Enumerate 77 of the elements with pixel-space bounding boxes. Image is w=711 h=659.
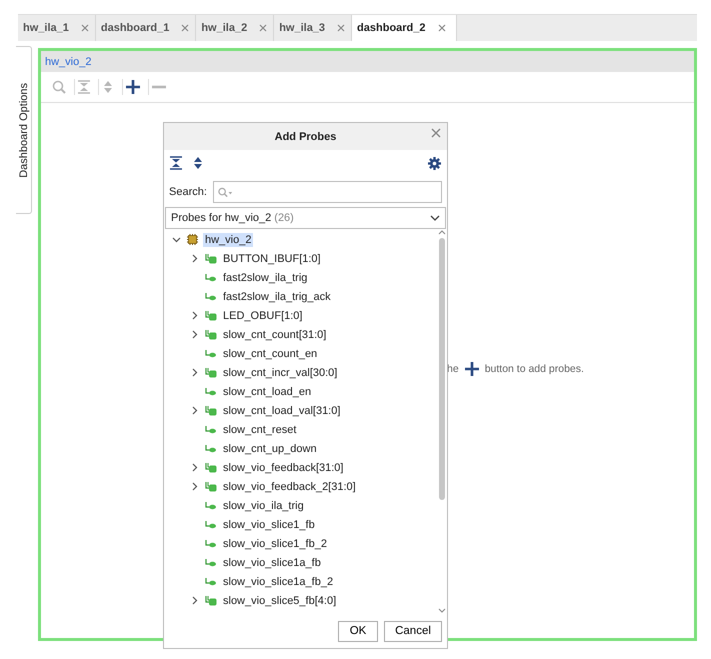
chevron-right-icon[interactable] bbox=[190, 463, 199, 472]
hint-text: button to add probes. bbox=[484, 363, 584, 375]
close-icon[interactable] bbox=[80, 24, 89, 32]
signal-icon bbox=[205, 520, 217, 530]
search-label: Search: bbox=[169, 186, 207, 198]
tab[interactable]: hw_ila_1 bbox=[18, 15, 96, 41]
signal-icon bbox=[205, 292, 217, 302]
chevron-down-icon[interactable] bbox=[430, 214, 440, 222]
tree-item[interactable]: slow_cnt_load_val[31:0] bbox=[221, 404, 342, 418]
signal-icon bbox=[205, 272, 217, 282]
bus-icon bbox=[205, 310, 217, 320]
chevron-down-icon[interactable] bbox=[172, 235, 181, 244]
bus-icon bbox=[205, 596, 217, 606]
add-icon[interactable] bbox=[464, 362, 479, 376]
tree-item[interactable]: slow_vio_feedback_2[31:0] bbox=[221, 480, 358, 494]
signal-icon bbox=[205, 500, 217, 510]
close-icon[interactable] bbox=[431, 128, 441, 138]
tree-item[interactable]: slow_vio_slice1a_fb_2 bbox=[221, 574, 336, 588]
tree-item[interactable]: slow_cnt_load_en bbox=[221, 384, 314, 398]
tree-item[interactable]: hw_vio_2 bbox=[203, 232, 254, 246]
close-icon[interactable] bbox=[181, 24, 190, 32]
signal-icon bbox=[205, 576, 217, 586]
bus-icon bbox=[205, 254, 217, 264]
chevron-right-icon[interactable] bbox=[190, 254, 199, 263]
expand-all-icon[interactable] bbox=[192, 156, 204, 170]
bus-icon bbox=[205, 330, 217, 340]
search-field[interactable] bbox=[212, 181, 442, 203]
tree-item[interactable]: slow_vio_slice1_fb_2 bbox=[221, 536, 329, 550]
scrollbar[interactable] bbox=[437, 229, 447, 614]
collapse-all-icon[interactable] bbox=[170, 156, 182, 170]
tree-item[interactable]: slow_vio_feedback[31:0] bbox=[221, 460, 346, 474]
tree-item[interactable]: slow_cnt_up_down bbox=[221, 442, 319, 456]
tree-item[interactable]: slow_vio_slice1a_fb bbox=[221, 556, 323, 570]
scroll-up-icon[interactable] bbox=[438, 229, 446, 235]
close-icon[interactable] bbox=[438, 24, 446, 32]
tree-item[interactable]: fast2slow_ila_trig bbox=[221, 270, 310, 284]
tree-item[interactable]: LED_OBUF[1:0] bbox=[221, 308, 304, 322]
tree-item[interactable]: BUTTON_IBUF[1:0] bbox=[221, 252, 323, 266]
tree-item[interactable]: slow_vio_slice5_fb[4:0] bbox=[221, 594, 338, 608]
bus-icon bbox=[205, 482, 217, 492]
signal-icon bbox=[205, 538, 217, 548]
cancel-button[interactable]: Cancel bbox=[384, 620, 442, 642]
chevron-right-icon[interactable] bbox=[190, 482, 199, 491]
signal-icon bbox=[205, 424, 217, 434]
dialog-title: Add Probes bbox=[274, 130, 336, 142]
tree-item[interactable]: slow_vio_slice1_fb bbox=[221, 518, 317, 532]
tab[interactable]: dashboard_2 bbox=[352, 15, 457, 41]
tree-item[interactable]: slow_cnt_count_en bbox=[221, 346, 320, 360]
bus-icon bbox=[205, 368, 217, 378]
add-icon[interactable] bbox=[126, 80, 140, 94]
bus-icon bbox=[205, 462, 217, 472]
tree-item[interactable]: slow_cnt_reset bbox=[221, 422, 298, 436]
chevron-right-icon[interactable] bbox=[190, 368, 199, 377]
tab[interactable]: hw_ila_2 bbox=[196, 15, 274, 41]
tree-item[interactable]: fast2slow_ila_trig_ack bbox=[221, 290, 333, 304]
probe-set-dropdown[interactable]: Probes for hw_vio_2 (26) bbox=[165, 207, 446, 229]
tree-item[interactable]: slow_cnt_incr_val[30:0] bbox=[221, 366, 340, 380]
settings-icon[interactable] bbox=[428, 156, 441, 170]
chip-icon bbox=[187, 234, 198, 245]
chevron-right-icon[interactable] bbox=[190, 596, 199, 605]
chevron-right-icon[interactable] bbox=[190, 406, 199, 415]
panel-title: hw_vio_2 bbox=[45, 56, 92, 68]
tree-item[interactable]: slow_cnt_count[31:0] bbox=[221, 328, 328, 342]
chevron-right-icon[interactable] bbox=[190, 311, 199, 320]
ok-button[interactable]: OK bbox=[338, 620, 378, 642]
tree-item[interactable]: slow_vio_ila_trig bbox=[221, 498, 306, 512]
scroll-down-icon[interactable] bbox=[438, 608, 446, 614]
close-icon[interactable] bbox=[337, 24, 346, 32]
tab[interactable]: dashboard_1 bbox=[96, 15, 196, 41]
bus-icon bbox=[205, 406, 217, 416]
signal-icon bbox=[205, 348, 217, 358]
signal-icon bbox=[205, 444, 217, 454]
side-tab[interactable]: Dashboard Options bbox=[16, 46, 32, 214]
close-icon[interactable] bbox=[259, 24, 268, 32]
chevron-right-icon[interactable] bbox=[190, 330, 199, 339]
signal-icon bbox=[205, 386, 217, 396]
signal-icon bbox=[205, 558, 217, 568]
